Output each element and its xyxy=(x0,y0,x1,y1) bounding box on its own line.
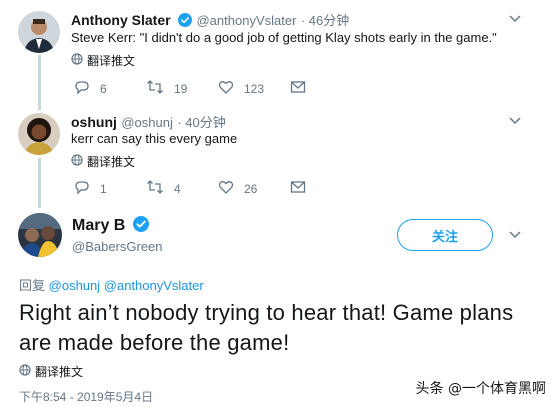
chevron-down-icon[interactable] xyxy=(506,226,524,244)
globe-icon xyxy=(71,53,83,68)
tweet-text: Steve Kerr: "I didn't do a good job of g… xyxy=(71,30,497,45)
main-tweet-text: Right ain’t nobody trying to hear that! … xyxy=(19,300,514,355)
translate-tweet-link[interactable]: 翻译推文 xyxy=(71,52,135,69)
tweet-1-header: Anthony Slater @anthonyVslater · 46分钟 xyxy=(71,10,349,32)
direct-message-button[interactable] xyxy=(290,80,306,97)
main-tweet-header: Mary B xyxy=(72,216,149,237)
retweet-count: 19 xyxy=(174,81,188,96)
thread-line xyxy=(38,158,41,208)
reply-icon xyxy=(74,79,90,98)
avatar-mary-b[interactable] xyxy=(18,213,62,257)
avatar-anthony-slater[interactable] xyxy=(18,11,60,53)
author-handle[interactable]: @oshunj xyxy=(121,115,173,130)
reply-count: 1 xyxy=(100,181,107,196)
translate-tweet-link[interactable]: 翻译推文 xyxy=(71,153,135,170)
retweet-button[interactable]: 19 xyxy=(146,79,218,98)
translate-label: 翻译推文 xyxy=(87,155,136,169)
author-name[interactable]: Anthony Slater xyxy=(71,12,171,28)
like-button[interactable]: 26 xyxy=(218,179,290,198)
chevron-down-icon[interactable] xyxy=(506,10,524,28)
watermark: 头条 @一个体育黑啊 xyxy=(416,378,546,398)
reply-button[interactable]: 1 xyxy=(74,179,146,198)
retweet-button[interactable]: 4 xyxy=(146,179,218,198)
like-count: 26 xyxy=(244,181,258,196)
envelope-icon xyxy=(290,80,306,97)
avatar-oshunj[interactable] xyxy=(18,113,60,155)
replying-to: 回复 @oshunj @anthonyVslater xyxy=(19,275,204,294)
envelope-icon xyxy=(290,180,306,197)
author-handle[interactable]: @BabersGreen xyxy=(72,239,163,254)
thread-line xyxy=(38,55,41,110)
retweet-icon xyxy=(146,79,164,98)
author-name[interactable]: oshunj xyxy=(71,114,117,130)
translate-tweet-link[interactable]: 翻译推文 xyxy=(19,363,83,380)
tweet-actions: 6 19 123 xyxy=(74,79,306,98)
mention-link[interactable]: @anthonyVslater xyxy=(104,278,204,293)
watermark-text: 头条 @一个体育黑啊 xyxy=(415,381,546,397)
tweet-2-header: oshunj @oshunj · 40分钟 xyxy=(71,112,226,132)
tweet-text: kerr can say this every game xyxy=(71,131,238,146)
globe-icon xyxy=(71,154,83,169)
follow-button[interactable]: 关注 xyxy=(397,219,493,251)
like-button[interactable]: 123 xyxy=(218,79,290,98)
translate-label: 翻译推文 xyxy=(35,365,84,379)
mention-link[interactable]: @oshunj xyxy=(49,278,101,293)
tweet-timestamp[interactable]: 下午8:54 - 2019年5月4日 xyxy=(19,388,153,405)
tweet-actions: 1 4 26 xyxy=(74,179,306,198)
like-count: 123 xyxy=(244,81,265,96)
reply-count: 6 xyxy=(100,81,107,96)
retweet-icon xyxy=(146,179,164,198)
reply-button[interactable]: 6 xyxy=(74,79,146,98)
chevron-down-icon[interactable] xyxy=(506,112,524,130)
tweet-time[interactable]: · 46分钟 xyxy=(301,13,349,28)
direct-message-button[interactable] xyxy=(290,180,306,197)
translate-label: 翻译推文 xyxy=(87,54,136,68)
retweet-count: 4 xyxy=(174,181,181,196)
globe-icon xyxy=(19,364,31,379)
heart-icon xyxy=(218,79,234,98)
reply-icon xyxy=(74,179,90,198)
author-name[interactable]: Mary B xyxy=(72,217,125,234)
author-handle[interactable]: @anthonyVslater xyxy=(196,13,296,28)
reply-prefix: 回复 xyxy=(19,278,46,293)
verified-badge-icon xyxy=(132,216,149,237)
tweet-time[interactable]: · 40分钟 xyxy=(177,115,225,130)
heart-icon xyxy=(218,179,234,198)
